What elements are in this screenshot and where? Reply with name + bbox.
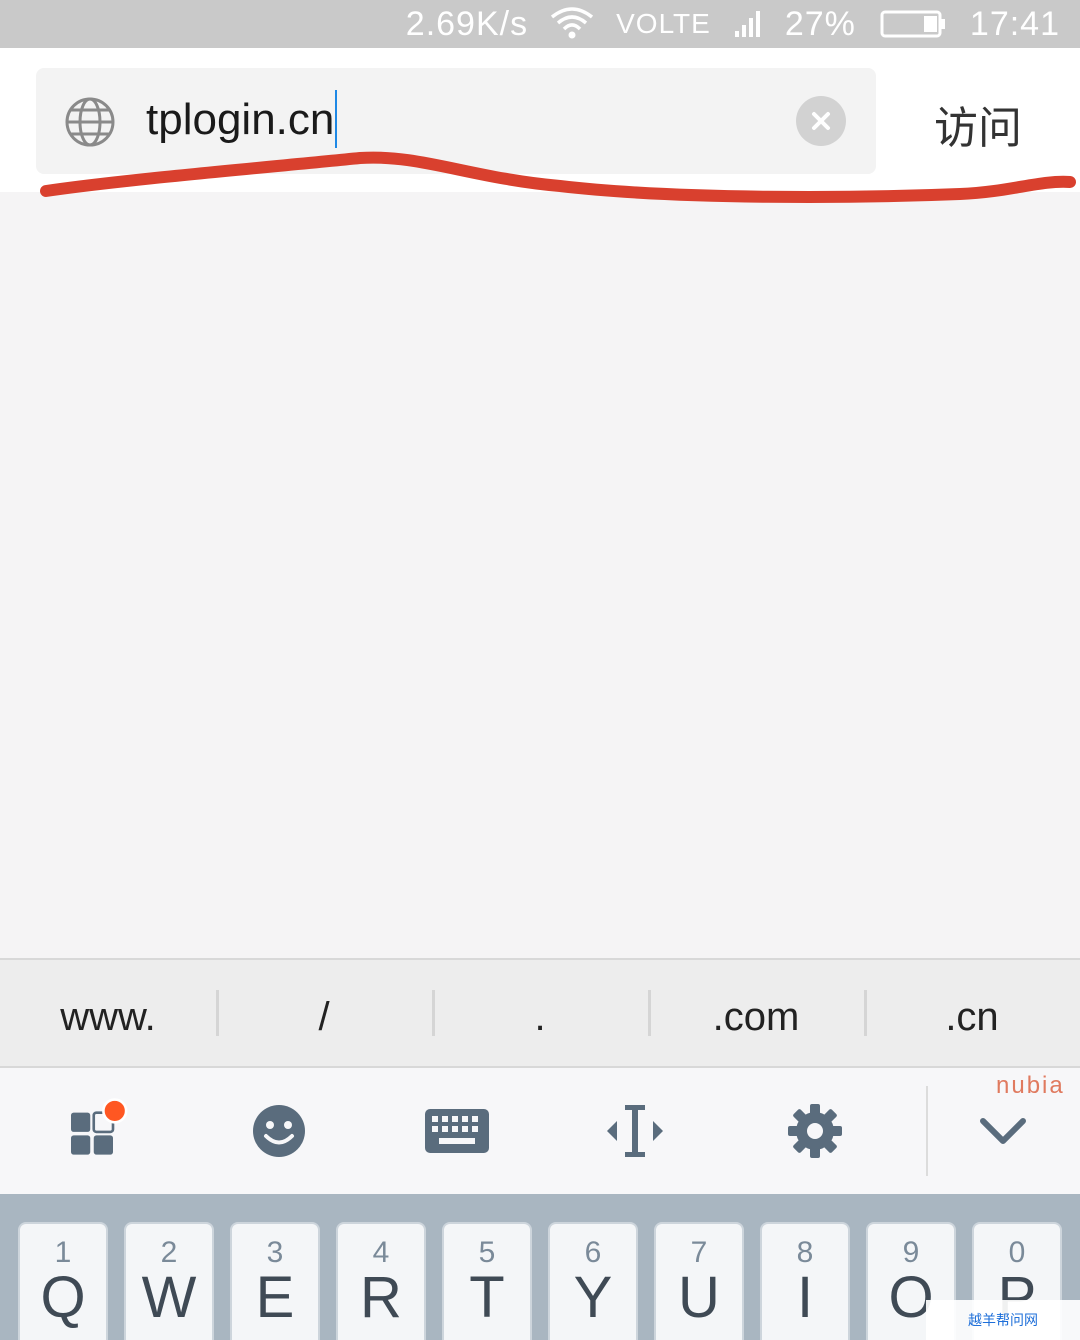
status-bar: 2.69K/s VOLTE 27% 17:41 xyxy=(0,0,1080,48)
key-letter: Q xyxy=(40,1265,86,1330)
key-e[interactable]: 3E xyxy=(230,1222,320,1340)
key-letter: U xyxy=(678,1265,720,1330)
suggestion-com[interactable]: .com xyxy=(648,958,864,1068)
url-value: tplogin.cn xyxy=(146,95,335,144)
keyboard: 1Q 2W 3E 4R 5T 6Y 7U 8I 9O 0P xyxy=(0,1194,1080,1340)
signal-icon xyxy=(733,0,763,48)
key-letter: Y xyxy=(573,1265,613,1330)
toolbar-divider xyxy=(926,1086,928,1176)
key-letter: I xyxy=(796,1265,814,1330)
visit-button[interactable]: 访问 xyxy=(934,92,1022,156)
net-speed: 2.69K/s xyxy=(405,4,529,43)
suggestion-strip: www. / . .com .cn xyxy=(0,958,1080,1068)
apps-icon[interactable] xyxy=(64,1098,134,1164)
clear-icon[interactable] xyxy=(796,96,846,146)
suggestion-dot[interactable]: . xyxy=(432,958,648,1068)
key-q[interactable]: 1Q xyxy=(18,1222,108,1340)
key-u[interactable]: 7U xyxy=(654,1222,744,1340)
suggestion-slash[interactable]: / xyxy=(216,958,432,1068)
battery-percent: 27% xyxy=(784,4,856,43)
text-cursor xyxy=(335,90,338,149)
watermark: 越羊帮问网 xyxy=(926,1300,1080,1340)
suggestion-cn[interactable]: .cn xyxy=(864,958,1080,1068)
clock: 17:41 xyxy=(969,4,1060,43)
collapse-icon[interactable] xyxy=(968,1098,1038,1164)
key-y[interactable]: 6Y xyxy=(548,1222,638,1340)
wifi-icon xyxy=(550,0,594,48)
emoji-icon[interactable] xyxy=(244,1098,314,1164)
keyboard-toolbar: nubia xyxy=(0,1068,1080,1194)
network-label: VOLTE xyxy=(616,8,711,39)
key-letter: E xyxy=(255,1265,295,1330)
key-r[interactable]: 4R xyxy=(336,1222,426,1340)
globe-icon xyxy=(64,96,116,148)
url-input[interactable]: tplogin.cn xyxy=(36,68,876,174)
key-i[interactable]: 8I xyxy=(760,1222,850,1340)
key-letter: R xyxy=(360,1265,402,1330)
settings-icon[interactable] xyxy=(780,1098,850,1164)
battery-icon xyxy=(878,0,948,48)
address-bar-container: tplogin.cn 访问 xyxy=(0,48,1080,192)
screen: 2.69K/s VOLTE 27% 17:41 tplogin.cn 访问 ww… xyxy=(0,0,1080,1340)
key-letter: W xyxy=(141,1265,197,1330)
suggestion-www[interactable]: www. xyxy=(0,958,216,1068)
url-text: tplogin.cn xyxy=(146,90,338,151)
key-w[interactable]: 2W xyxy=(124,1222,214,1340)
cursor-icon[interactable] xyxy=(600,1098,670,1164)
keyboard-icon[interactable] xyxy=(422,1098,492,1164)
key-letter: T xyxy=(469,1265,505,1330)
brand-logo: nubia xyxy=(996,1072,1065,1099)
key-t[interactable]: 5T xyxy=(442,1222,532,1340)
